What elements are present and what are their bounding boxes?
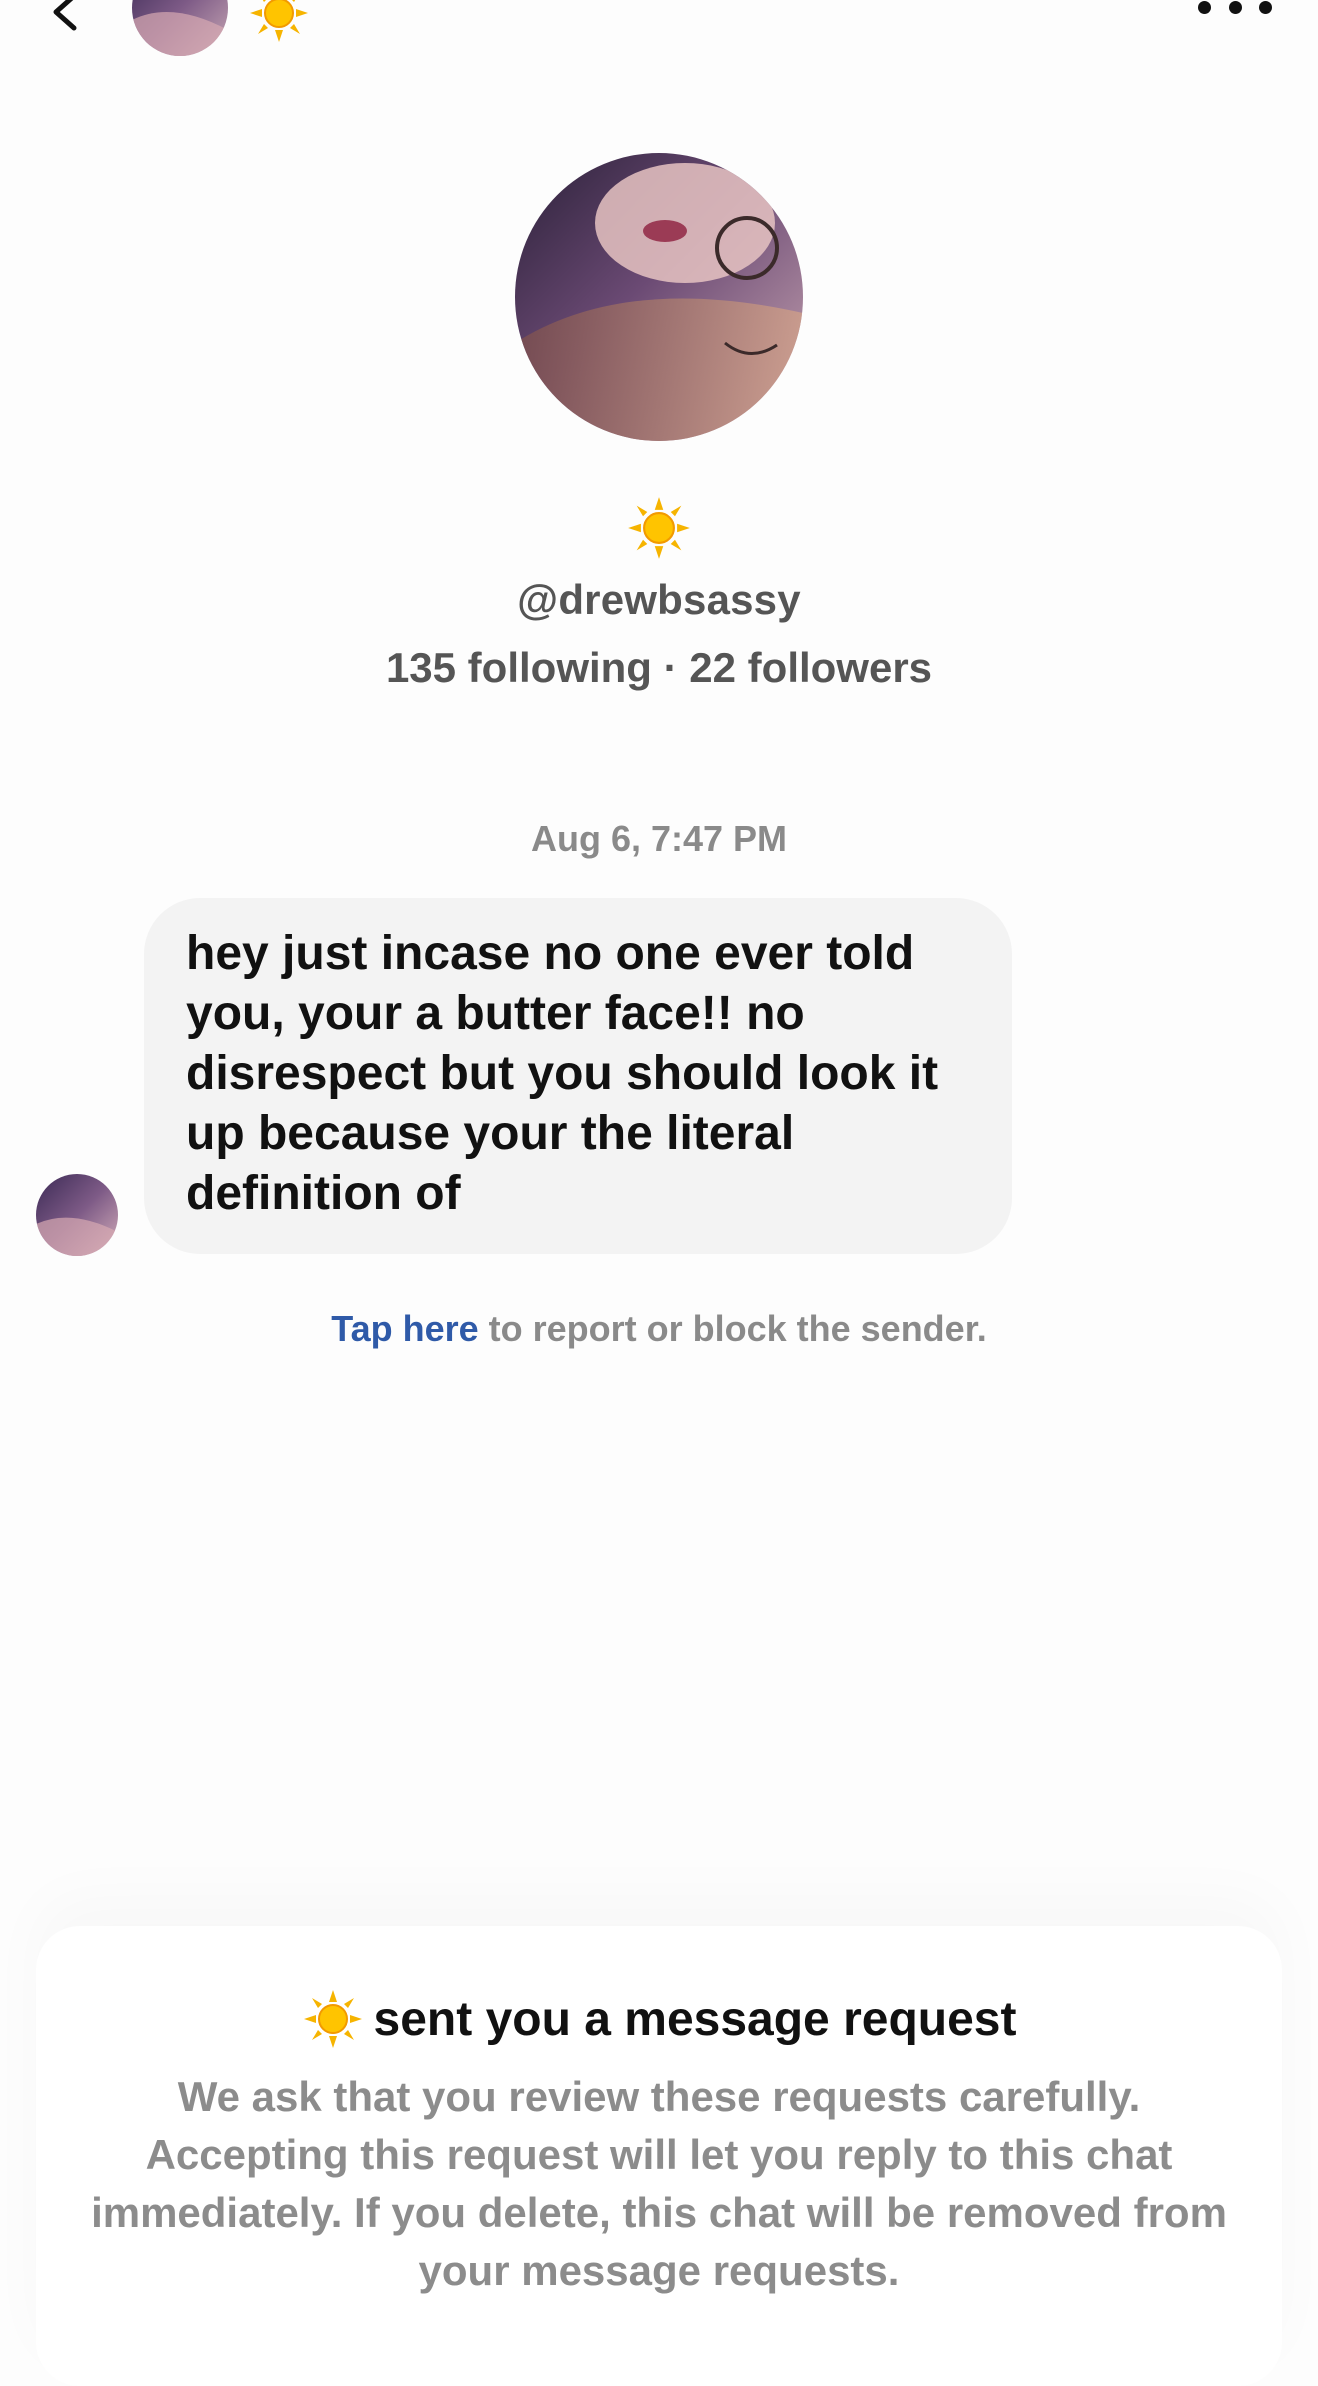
- report-text: to report or block the sender.: [478, 1308, 987, 1349]
- report-line: Tap here to report or block the sender.: [0, 1308, 1318, 1350]
- follow-stats: 135 following · 22 followers: [385, 644, 933, 691]
- avatar-photo: [132, 0, 228, 56]
- request-title: sent you a message request: [0, 1988, 1318, 2050]
- profile-avatar[interactable]: [515, 153, 803, 441]
- header-avatar[interactable]: [132, 0, 228, 56]
- ellipsis-dot: [1228, 0, 1242, 14]
- sun-icon: [626, 495, 692, 561]
- chevron-left-icon: [53, 0, 77, 31]
- tap-here-link[interactable]: Tap here: [331, 1308, 478, 1349]
- ellipsis-dot: [1259, 0, 1272, 14]
- request-title-text: sent you a message request: [373, 1992, 1017, 2046]
- profile-photo: [515, 153, 803, 441]
- ellipsis-icon: [1198, 0, 1211, 14]
- message-text: hey just incase no one ever told you, yo…: [186, 927, 939, 1220]
- message-bubble[interactable]: hey just incase no one ever told you, yo…: [144, 898, 1012, 1254]
- sun-icon: [248, 0, 310, 44]
- request-description: We ask that you review these requests ca…: [91, 2073, 1227, 2294]
- sun-icon: [303, 1990, 362, 2048]
- profile-username[interactable]: @drewbsassy: [0, 576, 1318, 624]
- back-button[interactable]: [36, 0, 96, 42]
- sender-avatar[interactable]: [36, 1174, 118, 1256]
- more-options-button[interactable]: [1198, 0, 1272, 22]
- message-timestamp: Aug 6, 7:47 PM: [530, 818, 788, 859]
- avatar-photo: [36, 1174, 118, 1256]
